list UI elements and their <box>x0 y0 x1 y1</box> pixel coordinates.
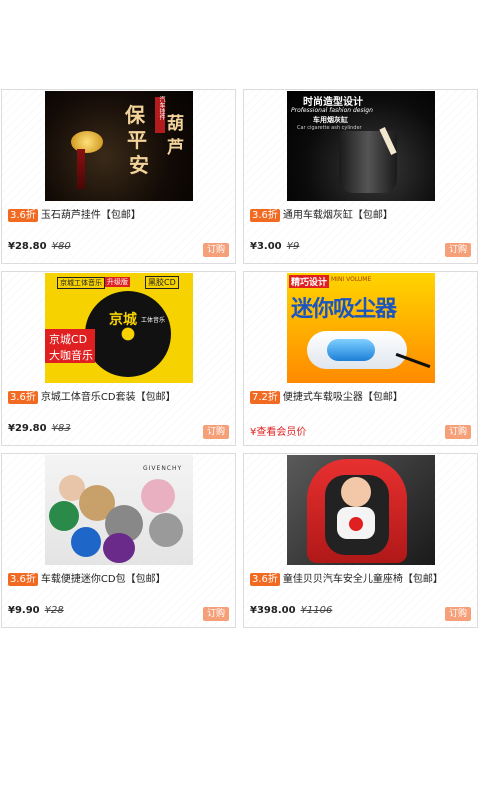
product-card[interactable]: 3.6折 童佳贝贝汽车安全儿童座椅【包邮】 ¥398.00 ¥1106 订购 <box>243 453 478 628</box>
price-row: ¥9.90 ¥28 <box>8 605 64 616</box>
original-price: ¥9 <box>286 241 300 252</box>
product-card[interactable]: 精巧设计 MINI VOLUME 迷你吸尘器 7.2折 便捷式车载吸尘器【包邮】 … <box>243 271 478 446</box>
image-caption: 升级版 <box>105 277 130 287</box>
product-image[interactable]: 汽车挂件 保 平 安 葫 芦 <box>45 91 193 201</box>
image-caption: 车用烟灰缸 <box>313 116 348 124</box>
product-title-text: 玉石葫芦挂件【包邮】 <box>40 210 141 221</box>
image-caption: 黑胶CD <box>145 276 179 289</box>
product-title[interactable]: 3.6折 车载便捷迷你CD包【包邮】 <box>8 572 230 588</box>
product-image[interactable] <box>287 455 435 565</box>
product-image[interactable]: GIVENCHY <box>45 455 193 565</box>
original-price: ¥83 <box>51 423 71 434</box>
image-caption: 京城CD <box>49 333 88 346</box>
product-title-text: 便捷式车载吸尘器【包邮】 <box>282 392 403 403</box>
current-price: ¥398.00 <box>250 605 296 616</box>
order-button[interactable]: 订购 <box>203 243 229 257</box>
image-caption: 安 <box>129 153 149 177</box>
current-price: ¥9.90 <box>8 605 40 616</box>
image-caption: 京城 <box>109 312 137 328</box>
image-caption: 芦 <box>167 138 184 158</box>
discount-badge: 3.6折 <box>8 391 38 404</box>
image-caption: 迷你吸尘器 <box>291 297 397 322</box>
price-row: ¥398.00 ¥1106 <box>250 605 332 616</box>
image-caption: 汽车挂件 <box>158 96 165 120</box>
order-button[interactable]: 订购 <box>445 607 471 621</box>
current-price: ¥29.80 <box>8 423 47 434</box>
product-image[interactable]: 时尚造型设计 Professional fashion design 车用烟灰缸… <box>287 91 435 201</box>
product-title-text: 车载便捷迷你CD包【包邮】 <box>40 574 166 585</box>
price-row: ¥29.80 ¥83 <box>8 423 71 434</box>
product-title-text: 通用车载烟灰缸【包邮】 <box>282 210 393 221</box>
product-title-text: 京城工体音乐CD套装【包邮】 <box>40 392 176 403</box>
price-row: ¥28.80 ¥80 <box>8 241 71 252</box>
discount-badge: 3.6折 <box>8 209 38 222</box>
order-button[interactable]: 订购 <box>445 243 471 257</box>
member-price-link[interactable]: ¥查看会员价 <box>250 427 306 438</box>
discount-badge: 3.6折 <box>250 209 280 222</box>
price-row: ¥3.00 ¥9 <box>250 241 299 252</box>
image-caption: 葫 <box>167 114 184 134</box>
product-image[interactable]: 精巧设计 MINI VOLUME 迷你吸尘器 <box>287 273 435 383</box>
order-button[interactable]: 订购 <box>203 425 229 439</box>
product-card[interactable]: GIVENCHY 3.6折 车载便捷迷你CD包【包邮】 ¥9.90 ¥28 订购 <box>1 453 236 628</box>
price-row: ¥查看会员价 <box>250 423 306 438</box>
discount-badge: 3.6折 <box>8 573 38 586</box>
image-caption: 时尚造型设计 <box>303 97 363 108</box>
product-title[interactable]: 3.6折 京城工体音乐CD套装【包邮】 <box>8 390 230 406</box>
image-caption: 京城工体音乐 <box>57 277 105 289</box>
product-card[interactable]: 京城工体音乐 升级版 黑胶CD 京城 工体音乐 京城CD 大咖音乐 3.6折 京城… <box>1 271 236 446</box>
product-title[interactable]: 3.6折 童佳贝贝汽车安全儿童座椅【包邮】 <box>250 572 472 588</box>
image-caption: 精巧设计 <box>289 275 330 288</box>
order-button[interactable]: 订购 <box>203 607 229 621</box>
image-caption: 工体音乐 <box>141 317 166 324</box>
original-price: ¥28 <box>44 605 64 616</box>
image-caption: Professional fashion design <box>291 107 373 114</box>
product-title[interactable]: 3.6折 玉石葫芦挂件【包邮】 <box>8 208 230 224</box>
product-title-text: 童佳贝贝汽车安全儿童座椅【包邮】 <box>282 574 443 585</box>
product-title[interactable]: 3.6折 通用车载烟灰缸【包邮】 <box>250 208 472 224</box>
original-price: ¥80 <box>51 241 71 252</box>
product-title[interactable]: 7.2折 便捷式车载吸尘器【包邮】 <box>250 390 472 406</box>
order-button[interactable]: 订购 <box>445 425 471 439</box>
original-price: ¥1106 <box>300 605 333 616</box>
current-price: ¥3.00 <box>250 241 282 252</box>
product-card[interactable]: 时尚造型设计 Professional fashion design 车用烟灰缸… <box>243 89 478 264</box>
discount-badge: 3.6折 <box>250 573 280 586</box>
product-card[interactable]: 汽车挂件 保 平 安 葫 芦 3.6折 玉石葫芦挂件【包邮】 ¥28.80 ¥80 … <box>1 89 236 264</box>
discount-badge: 7.2折 <box>250 391 280 404</box>
image-caption: 大咖音乐 <box>49 349 93 362</box>
current-price: ¥28.80 <box>8 241 47 252</box>
image-caption: MINI VOLUME <box>331 276 372 283</box>
image-caption: GIVENCHY <box>143 465 183 472</box>
product-image[interactable]: 京城工体音乐 升级版 黑胶CD 京城 工体音乐 京城CD 大咖音乐 <box>45 273 193 383</box>
